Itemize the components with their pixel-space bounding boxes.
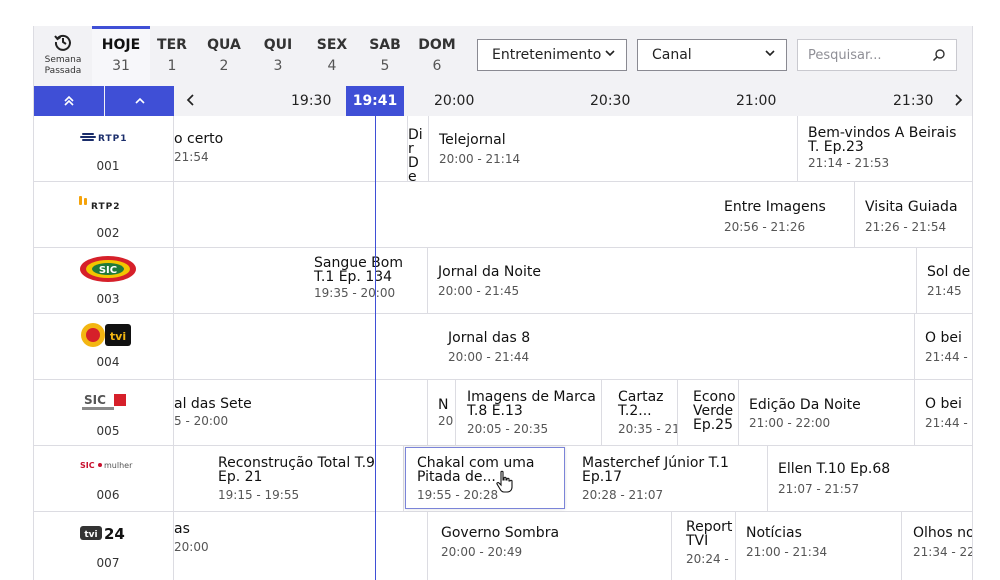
channel-row: SIC 005 al das Sete 5 - 20:00 N 20 Image… bbox=[34, 380, 972, 446]
program-cell[interactable]: Entre Imagens 20:56 - 21:26 bbox=[714, 182, 855, 247]
selected-program-cell[interactable]: Chakal com uma Pitada de... 19:55 - 20:2… bbox=[405, 447, 565, 509]
day-tab-ter[interactable]: TER 1 bbox=[150, 26, 194, 86]
channel-number: 001 bbox=[96, 159, 120, 173]
program-cell[interactable]: Dir De An bbox=[399, 116, 429, 181]
svg-text:SIC: SIC bbox=[99, 265, 117, 276]
top-bar: Semana Passada HOJE 31 TER 1 QUA 2 QUI 3… bbox=[34, 26, 972, 87]
program-cell[interactable]: Jornal das 8 20:00 - 21:44 bbox=[438, 314, 915, 379]
scroll-top-button[interactable] bbox=[34, 86, 104, 116]
channel-select[interactable]: Canal bbox=[637, 39, 787, 71]
previous-week-label: Semana Passada bbox=[44, 55, 82, 76]
program-cell[interactable]: O bei 21:44 - bbox=[915, 314, 972, 379]
svg-text:RTP2: RTP2 bbox=[91, 202, 121, 212]
channel-cell[interactable]: tvi 004 bbox=[43, 314, 174, 379]
hand-cursor-icon bbox=[496, 470, 513, 493]
program-cell[interactable]: Report TVI 20:24 - bbox=[676, 512, 736, 580]
time-label: 21:30 bbox=[893, 93, 934, 109]
svg-text:24: 24 bbox=[104, 525, 125, 543]
program-cell[interactable]: Sol de 21:45 bbox=[917, 248, 972, 313]
history-icon bbox=[54, 34, 71, 51]
program-cell[interactable]: Visita Guiada 21:26 - 21:54 bbox=[855, 182, 972, 247]
program-cell[interactable]: N 20 bbox=[428, 380, 456, 445]
search-input[interactable] bbox=[808, 46, 928, 64]
channel-cell[interactable]: RTP1 001 bbox=[43, 116, 174, 181]
time-bar: 19:30 19:41 20:00 20:30 21:00 21:30 bbox=[34, 86, 972, 120]
channel-number: 005 bbox=[96, 424, 120, 438]
program-cell[interactable]: Edição Da Noite 21:00 - 22:00 bbox=[739, 380, 915, 445]
svg-text:RTP1: RTP1 bbox=[98, 134, 128, 144]
chevron-down-icon bbox=[765, 50, 775, 57]
program-cell[interactable]: Telejornal 20:00 - 21:14 bbox=[429, 116, 798, 181]
scroll-up-button[interactable] bbox=[105, 86, 174, 116]
day-tab-dom[interactable]: DOM 6 bbox=[414, 26, 460, 86]
rtp1-logo: RTP1 bbox=[80, 133, 128, 144]
program-cell[interactable]: Governo Sombra 20:00 - 20:49 bbox=[431, 512, 672, 580]
program-cell[interactable]: Jornal da Noite 20:00 - 21:45 bbox=[428, 248, 917, 313]
channel-number: 004 bbox=[96, 355, 120, 369]
program-cell[interactable]: O bei 21:44 - bbox=[915, 380, 972, 445]
channel-row: RTP1 001 o certo 21:54 Dir De An Telejor… bbox=[34, 116, 972, 182]
channel-cell[interactable]: SIC 005 bbox=[43, 380, 174, 445]
program-cell[interactable]: Bem-vindos A Beirais T. Ep.23 21:14 - 21… bbox=[798, 116, 972, 181]
sic-logo: SIC bbox=[80, 256, 136, 282]
day-tab-sex[interactable]: SEX 4 bbox=[309, 26, 355, 86]
chevron-left-icon[interactable] bbox=[184, 93, 198, 107]
program-cell[interactable]: Masterchef Júnior T.1 Ep.17 20:28 - 21:0… bbox=[572, 446, 768, 511]
chevron-right-icon[interactable] bbox=[951, 93, 965, 107]
svg-text:SIC: SIC bbox=[84, 393, 106, 407]
svg-text:tvi: tvi bbox=[110, 330, 126, 343]
channel-cell[interactable]: tvi 24 007 bbox=[43, 512, 174, 580]
channel-row: SIC 003 Sangue Bom T.1 Ep. 134 19:35 - 2… bbox=[34, 248, 972, 314]
rtp2-logo: RTP2 bbox=[79, 196, 121, 212]
genre-select[interactable]: Entretenimento bbox=[477, 39, 627, 71]
sic-noticias-logo: SIC bbox=[82, 393, 126, 410]
time-label: 19:30 bbox=[291, 93, 332, 109]
program-cell[interactable]: Olhos no 21:34 - 22: bbox=[903, 512, 972, 580]
channel-number: 002 bbox=[96, 226, 120, 240]
program-cell[interactable]: Econo Verde Ep.25 bbox=[684, 380, 739, 445]
program-cell[interactable]: Notícias 21:00 - 21:34 bbox=[736, 512, 902, 580]
channel-number: 007 bbox=[96, 556, 120, 570]
tvi24-logo: tvi 24 bbox=[80, 525, 125, 543]
day-tab-qua[interactable]: QUA 2 bbox=[200, 26, 248, 86]
channel-number: 006 bbox=[96, 488, 120, 502]
program-cell[interactable]: al das Sete 5 - 20:00 bbox=[164, 380, 428, 445]
current-time-line bbox=[375, 116, 376, 580]
svg-text:mulher: mulher bbox=[104, 461, 133, 470]
program-cell[interactable]: Cartaz T.2... 20:35 - 21: bbox=[608, 380, 678, 445]
program-cell[interactable]: Sangue Bom T.1 Ep. 134 19:35 - 20:00 bbox=[304, 248, 428, 313]
sic-mulher-logo: SIC mulher bbox=[80, 461, 133, 470]
channel-cell[interactable]: RTP2 002 bbox=[43, 182, 174, 247]
tv-guide: Semana Passada HOJE 31 TER 1 QUA 2 QUI 3… bbox=[33, 26, 973, 580]
program-cell[interactable]: Ellen T.10 Ep.68 21:07 - 21:57 bbox=[768, 446, 972, 511]
chevron-up-icon bbox=[134, 97, 145, 104]
svg-text:SIC: SIC bbox=[80, 461, 95, 470]
program-cell[interactable]: as 20:00 bbox=[164, 512, 428, 580]
current-time-badge: 19:41 bbox=[346, 86, 404, 116]
chevron-down-icon bbox=[605, 50, 615, 57]
channel-row: RTP2 002 Entre Imagens 20:56 - 21:26 Vis… bbox=[34, 182, 972, 248]
day-tab-qui[interactable]: QUI 3 bbox=[256, 26, 300, 86]
time-label: 20:30 bbox=[590, 93, 631, 109]
schedule-grid: ⋮ RTP1 001 o certo 21:54 Dir De An Telej… bbox=[34, 116, 972, 580]
program-cell[interactable]: Imagens de Marca T.8 E.13 20:05 - 20:35 bbox=[457, 380, 602, 445]
channel-cell[interactable]: SIC 003 bbox=[43, 248, 174, 313]
previous-week-button[interactable]: Semana Passada bbox=[34, 26, 93, 86]
double-chevron-up-icon bbox=[64, 95, 74, 106]
search-icon[interactable] bbox=[932, 48, 946, 62]
channel-number: 003 bbox=[96, 292, 120, 306]
tvi-logo: tvi bbox=[81, 323, 131, 347]
time-label: 20:00 bbox=[434, 93, 475, 109]
program-cell[interactable]: o certo 21:54 bbox=[164, 116, 408, 181]
search-box bbox=[797, 39, 957, 71]
channel-row: tvi 004 Jornal das 8 20:00 - 21:44 O bei… bbox=[34, 314, 972, 380]
svg-text:tvi: tvi bbox=[84, 530, 97, 540]
time-label: 21:00 bbox=[736, 93, 777, 109]
channel-row: tvi 24 007 as 20:00 Governo Sombra 20:00… bbox=[34, 512, 972, 580]
channel-cell[interactable]: SIC mulher 006 bbox=[43, 446, 174, 511]
day-tab-sab[interactable]: SAB 5 bbox=[362, 26, 408, 86]
day-tab-today[interactable]: HOJE 31 bbox=[92, 26, 150, 86]
